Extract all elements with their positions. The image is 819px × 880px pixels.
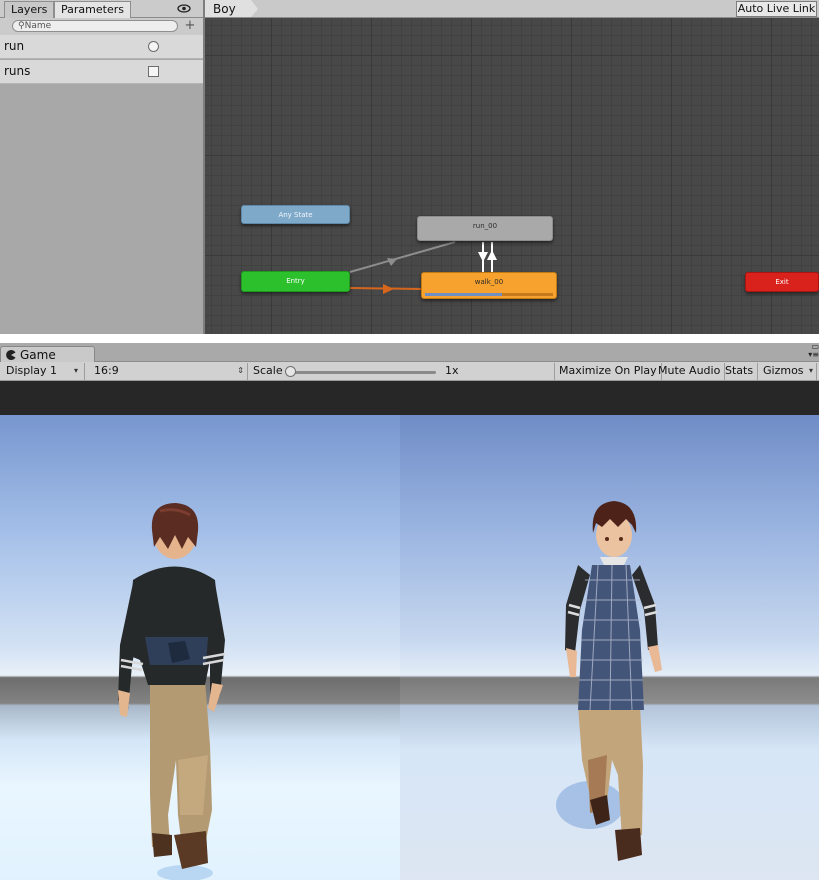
- window-separator: [0, 334, 819, 343]
- pacman-icon: [6, 350, 16, 360]
- scale-slider-thumb[interactable]: [285, 366, 296, 377]
- search-icon: ⚲: [18, 21, 25, 31]
- camera-view-back: [0, 415, 400, 880]
- game-viewport[interactable]: [0, 381, 819, 880]
- gizmos-dropdown[interactable]: Gizmos ▾: [759, 363, 817, 380]
- parameter-name[interactable]: runs: [4, 64, 30, 78]
- state-run[interactable]: run_00: [417, 216, 553, 241]
- panel-tab-bar: Layers Parameters: [0, 0, 203, 18]
- dropdown-arrow-icon: ▾: [73, 366, 78, 375]
- tab-game-label: Game: [20, 348, 56, 362]
- transition-arrow: [487, 250, 497, 260]
- graph-toolbar: Boy Auto Live Link: [205, 0, 819, 18]
- scale-slider-track[interactable]: [290, 371, 436, 374]
- auto-live-link-button[interactable]: Auto Live Link: [736, 1, 817, 17]
- parameter-name[interactable]: run: [4, 39, 24, 53]
- game-toolbar: Display 1 ▾ 16:9 ⇕ Scale 1x Maximize On …: [0, 362, 819, 381]
- display-dropdown[interactable]: Display 1 ▾: [2, 363, 85, 380]
- aspect-value: 16:9: [94, 364, 119, 377]
- character-front-view: [556, 501, 662, 861]
- parameters-panel: Layers Parameters ⚲Name + run runs: [0, 0, 203, 334]
- search-input[interactable]: ⚲Name: [12, 20, 178, 32]
- scale-label: Scale: [253, 364, 283, 377]
- dropdown-arrow-icon: ▾: [808, 366, 813, 375]
- transition-any-to-run[interactable]: [349, 241, 456, 273]
- state-any-state[interactable]: Any State: [241, 205, 350, 224]
- state-walk[interactable]: walk_00: [421, 272, 557, 299]
- trigger-radio[interactable]: [148, 41, 159, 52]
- breadcrumb-label[interactable]: Boy: [213, 2, 236, 16]
- transition-arrow: [478, 252, 488, 262]
- breadcrumb-arrow: [251, 0, 258, 17]
- state-exit[interactable]: Exit: [745, 272, 819, 292]
- eye-icon[interactable]: [176, 2, 192, 15]
- mute-audio-button[interactable]: Mute Audio: [654, 363, 726, 380]
- tab-layers[interactable]: Layers: [4, 1, 55, 18]
- bool-checkbox[interactable]: [148, 66, 159, 77]
- maximize-on-play-button[interactable]: Maximize On Play: [554, 363, 662, 380]
- game-tab-bar: Game ▭ ▾≡: [0, 343, 819, 363]
- camera-view-front: [400, 415, 819, 880]
- search-row: ⚲Name +: [0, 18, 203, 35]
- aspect-dropdown[interactable]: 16:9 ⇕: [90, 363, 248, 380]
- add-parameter-button[interactable]: +: [182, 19, 198, 33]
- state-progress-bar: [425, 293, 553, 296]
- dropdown-arrow-icon: ⇕: [237, 366, 244, 375]
- parameter-row-run[interactable]: run: [0, 35, 203, 59]
- tab-game[interactable]: Game: [0, 346, 95, 363]
- transition-arrow: [383, 284, 394, 294]
- state-walk-label: walk_00: [474, 278, 504, 286]
- tab-parameters[interactable]: Parameters: [54, 1, 131, 18]
- stats-button[interactable]: Stats: [721, 363, 759, 380]
- state-progress-fill: [425, 293, 502, 296]
- breadcrumb[interactable]: Boy: [205, 0, 251, 17]
- state-entry[interactable]: Entry: [241, 271, 350, 292]
- window-menu-icon[interactable]: ▭ ▾≡: [794, 343, 819, 362]
- display-value: Display 1: [6, 364, 58, 377]
- parameter-row-runs[interactable]: runs: [0, 60, 203, 84]
- character-back-view: [118, 503, 226, 880]
- scale-value: 1x: [445, 364, 459, 377]
- gizmos-label: Gizmos: [763, 364, 804, 377]
- search-placeholder: Name: [24, 21, 52, 31]
